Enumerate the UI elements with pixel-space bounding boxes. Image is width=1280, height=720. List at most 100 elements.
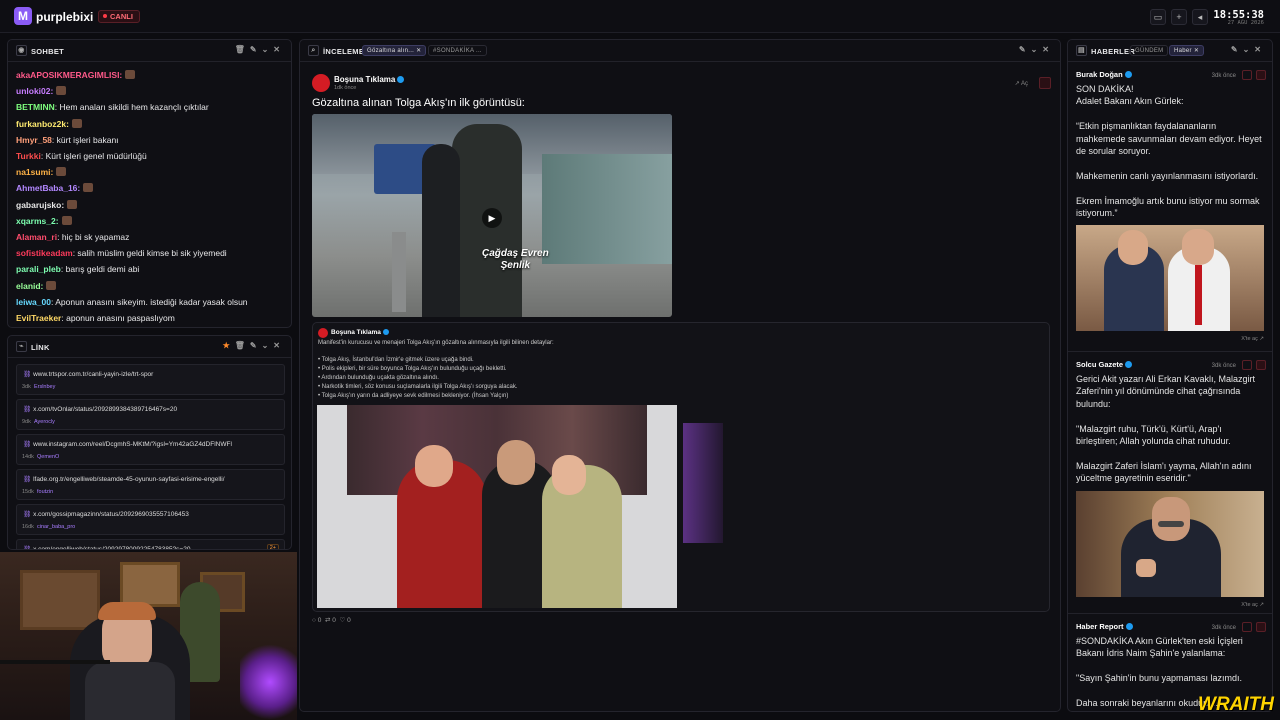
emote-icon (56, 167, 67, 177)
open-on-x-link[interactable]: X'te aç ↗ (1076, 331, 1264, 348)
bell-icon[interactable] (1242, 622, 1252, 632)
chat-username[interactable]: Alaman_ri (16, 232, 57, 242)
link-item[interactable]: ⛓ lfade.org.tr/engelliweb/steamde-45-oyu… (16, 469, 285, 500)
microphone-arm (0, 660, 110, 664)
chat-username[interactable]: sofistikeadam (16, 248, 73, 258)
chat-message: sofistikeadam: salih müslim geldi kimse … (8, 245, 291, 261)
chat-message: Alaman_ri: hiç bi sk yapamaz (8, 229, 291, 245)
link-url[interactable]: ⛓ x.com/engelliweb/status/20929780092254… (23, 545, 283, 549)
chat-username[interactable]: EvilTraeker (16, 313, 61, 323)
chat-username[interactable]: Hmyr_58 (16, 135, 52, 145)
link-chain-icon: ⛓ (23, 511, 34, 518)
repost-icon[interactable]: ⇄ (325, 617, 330, 624)
chat-message: unloki02: (8, 83, 291, 99)
play-icon[interactable]: ▶ (482, 208, 502, 228)
chat-text: : Hem anaları sikildi hem kazançlı çıktı… (54, 102, 209, 113)
news-controls[interactable]: ✎⌄✕ (1231, 45, 1266, 54)
link-url[interactable]: ⛓ x.com/tvOnlar/status/20928993843897164… (23, 405, 283, 413)
tab-gundem[interactable]: GÜNDEM (1130, 45, 1169, 56)
link-meta: 15dk foutzin (22, 489, 53, 495)
chat-username[interactable]: leiwa_00 (16, 297, 51, 307)
open-link[interactable]: ↗ Aç (1015, 80, 1028, 87)
clock-date: 27 AĞU 2026 (1227, 20, 1264, 26)
search-icon: ⌕ (308, 45, 319, 56)
link-meta: 16dk cinar_baba_pro (22, 524, 75, 530)
quote-bullet: • Ardından bulunduğu uçakta gözaltına al… (318, 375, 439, 381)
screen-icon[interactable]: ▭ (1150, 9, 1166, 25)
chat-username[interactable]: BETMINN (16, 102, 55, 112)
bell-icon[interactable] (1242, 70, 1252, 80)
tab-gozaltina[interactable]: Gözaltına alın... ✕ (362, 45, 427, 56)
flag-icon[interactable] (1256, 622, 1266, 632)
link-item[interactable]: ⛓ x.com/engelliweb/status/20929780092254… (16, 539, 285, 549)
chat-username[interactable]: Turkki (16, 151, 41, 161)
link-url[interactable]: ⛓ www.trtspor.com.tr/canli-yayin-izle/tr… (23, 370, 283, 378)
chat-username[interactable]: AhmetBaba_16: (16, 183, 80, 193)
quoted-post[interactable]: Boşuna Tıklama Manifest'in kurucusu ve m… (312, 322, 1050, 612)
chat-text: : Aponun anasını sikeyim. istediği kadar… (50, 296, 248, 307)
link-meta: 3dk Erslnbey (22, 384, 55, 390)
hand (1136, 558, 1156, 577)
chat-username[interactable]: unloki02: (16, 86, 53, 96)
chat-username[interactable]: elanid: (16, 281, 43, 291)
chat-username[interactable]: parali_pleb (16, 264, 61, 274)
quote-author-line: Boşuna Tıklama (331, 329, 389, 336)
close-tab-icon[interactable]: ✕ (1194, 48, 1199, 54)
link-url[interactable]: ⛓ lfade.org.tr/engelliweb/steamde-45-oyu… (23, 475, 283, 483)
link-item[interactable]: ⛓ www.instagram.com/reel/DcgmhS-MKtM/?ig… (16, 434, 285, 465)
flag-icon[interactable] (1256, 70, 1266, 80)
panel-controls[interactable]: 🗑✎⌄✕ (235, 45, 285, 54)
footer-label: X'te aç (1241, 601, 1258, 608)
emote-icon (56, 86, 67, 96)
chat-username[interactable]: akaAPOSIKMERAGIMLISI: (16, 70, 122, 80)
link-chain-icon: ⛓ (23, 476, 34, 483)
news-time: 3dk önce (1211, 363, 1236, 369)
live-badge: CANLI (98, 10, 140, 23)
news-author: Burak Doğan (1076, 70, 1123, 79)
chat-username[interactable]: na1sumi: (16, 167, 53, 177)
purplebixi-logo-icon[interactable]: M (14, 7, 32, 25)
flag-icon[interactable] (1256, 360, 1266, 370)
chat-message: EvilTraeker: aponun anasını paspaslıyom (8, 310, 291, 326)
link-age: 3dk (22, 384, 31, 390)
tab-label: #SONDAKİKA ... (433, 48, 482, 54)
blonde-face (552, 455, 586, 495)
group-photo (317, 405, 677, 608)
review-controls[interactable]: ✎⌄✕ (1019, 45, 1054, 54)
link-header: ⌁ LİNK ★🗑✎⌄✕ (8, 336, 291, 358)
link-url-text: lfade.org.tr/engelliweb/steamde-45-oyunu… (33, 476, 225, 483)
open-on-x-link[interactable]: X'te aç ↗ (1076, 597, 1264, 614)
video-player[interactable]: Çağdaş Evren Şenlik ▶ (312, 114, 672, 317)
link-item[interactable]: ⛓ www.trtspor.com.tr/canli-yayin-izle/tr… (16, 364, 285, 395)
link-url[interactable]: ⛓ x.com/gossipmagazinn/status/2092969035… (23, 510, 283, 518)
like-count: 0 (347, 617, 351, 624)
add-icon[interactable]: + (1171, 9, 1187, 25)
emote-icon (61, 215, 72, 225)
bell-icon[interactable] (1242, 360, 1252, 370)
flag-icon[interactable] (1039, 77, 1051, 89)
tab-sondakika[interactable]: #SONDAKİKA ... (428, 45, 487, 56)
link-item[interactable]: ⛓ x.com/gossipmagazinn/status/2092969035… (16, 504, 285, 535)
chat-message: parali_pleb: barış geldi demi abi (8, 261, 291, 277)
chat-username[interactable]: furkanboz2k: (16, 119, 69, 129)
author-name: Boşuna Tıklama (334, 75, 396, 84)
close-tab-icon[interactable]: ✕ (416, 48, 421, 54)
link-url[interactable]: ⛓ www.instagram.com/reel/DcgmhS-MKtM/?ig… (23, 440, 283, 448)
news-item[interactable]: Burak Doğan 3dk önce SON DAKİKA! Adalet … (1068, 62, 1272, 352)
like-icon[interactable]: ♡ (340, 617, 346, 624)
reply-icon[interactable]: ○ (312, 617, 316, 624)
chat-username[interactable]: gabarujsko: (16, 200, 64, 210)
news-item[interactable]: Solcu Gazete 3dk önce Gerici Akit yazarı… (1068, 352, 1272, 614)
volume-icon[interactable]: ◂ (1192, 9, 1208, 25)
chat-text: : salih müslim geldi kimse bi sik yiyeme… (72, 248, 227, 259)
link-item[interactable]: ⛓ x.com/tvOnlar/status/20928993843897164… (16, 399, 285, 430)
detainee-figure (422, 144, 460, 317)
chat-text: : kürt işleri bakanı (51, 134, 119, 145)
link-count-badge: 2+ (266, 544, 279, 549)
link-panel-controls[interactable]: ★🗑✎⌄✕ (223, 341, 285, 350)
tab-haber[interactable]: Haber ✕ (1169, 45, 1205, 56)
link-url-text: www.trtspor.com.tr/canli-yayin-izle/trt-… (33, 371, 154, 378)
link-age: 15dk (22, 489, 34, 495)
chat-username[interactable]: xqarms_2: (16, 216, 59, 226)
tab-label: Gözaltına alın... (367, 48, 415, 54)
